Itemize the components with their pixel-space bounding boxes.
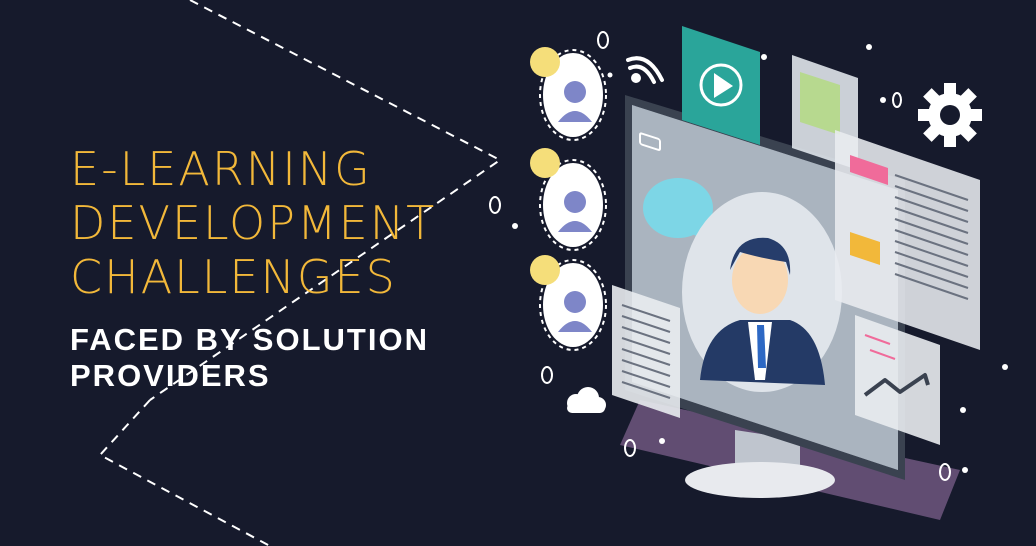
subheadline-line-2: PROVIDERS (70, 358, 271, 393)
user-chat-item (530, 148, 607, 251)
subheadline: FACED BY SOLUTION PROVIDERS (70, 322, 429, 394)
text-card (612, 285, 680, 418)
headline-line-1: E-LEARNING (70, 142, 372, 196)
banner: E-LEARNING DEVELOPMENT CHALLENGES FACED … (0, 0, 1036, 546)
user-avatar-icon (682, 192, 842, 392)
user-chat-item (530, 47, 607, 141)
user-chat-item (530, 255, 607, 351)
subheadline-line-1: FACED BY SOLUTION (70, 322, 429, 357)
cloud-icon (567, 387, 606, 413)
gear-icon (918, 83, 982, 147)
headline-line-3: CHALLENGES (70, 250, 397, 304)
headline-line-2: DEVELOPMENT (70, 196, 437, 250)
headline: E-LEARNING DEVELOPMENT CHALLENGES (70, 142, 436, 304)
user-chat-list (530, 47, 607, 351)
wifi-icon (626, 56, 664, 84)
